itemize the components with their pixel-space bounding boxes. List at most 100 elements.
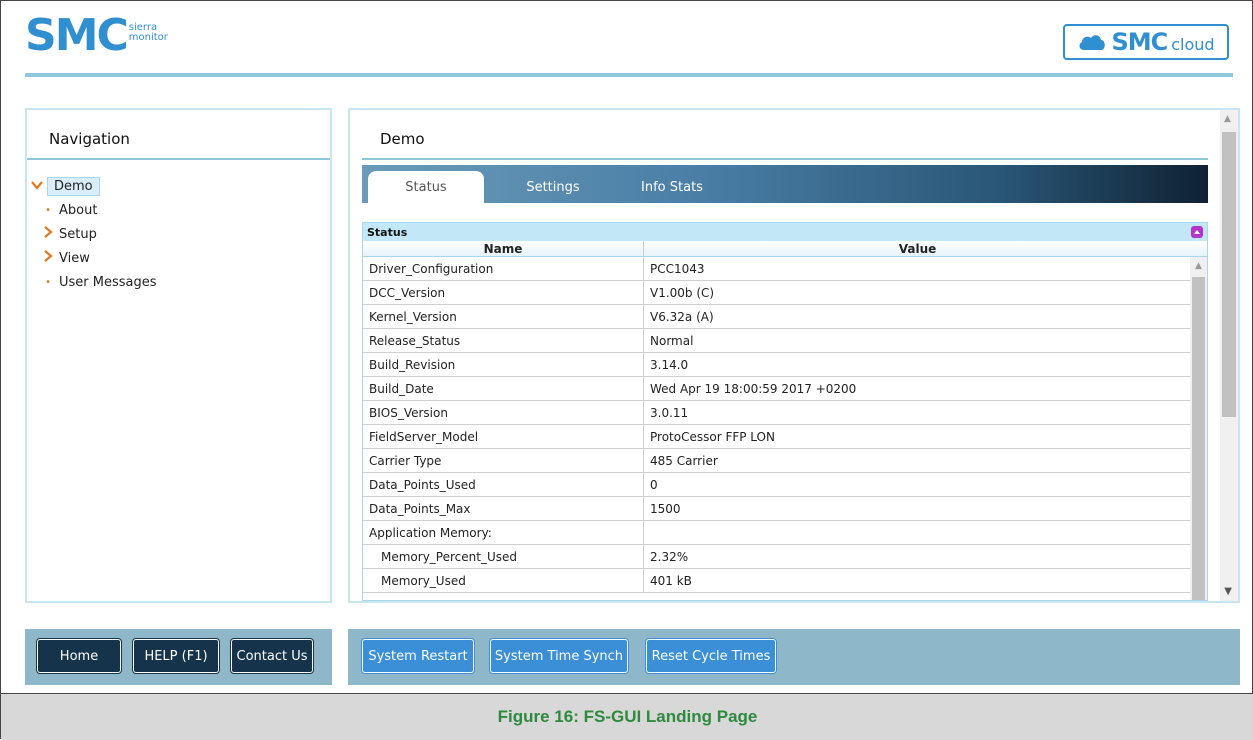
scroll-up-icon[interactable]: ▲ [1224, 114, 1231, 124]
cell-name: Carrier Type [363, 449, 644, 472]
table-row: Build_Revision 3.14.0 [363, 353, 1191, 377]
logo-sub-line2: monitor [128, 32, 168, 43]
tab-info-stats[interactable]: Info Stats [632, 171, 712, 203]
figure-caption: Figure 16: FS-GUI Landing Page [497, 707, 758, 726]
cell-name: Build_Revision [363, 353, 644, 376]
help-button[interactable]: HELP (F1) [133, 639, 219, 673]
table-row: Application Memory: [363, 521, 1191, 545]
logo-subtitle: sierra monitor [129, 23, 168, 43]
cell-name: DCC_Version [363, 281, 644, 304]
tab-status[interactable]: Status [368, 171, 484, 203]
navigation-panel: Navigation Demo • About Setup View • Use… [25, 108, 332, 603]
table-row: Data_Points_Max 1500 [363, 497, 1191, 521]
scroll-up-icon[interactable]: ▲ [1195, 261, 1202, 271]
chevron-right-icon[interactable] [43, 250, 59, 266]
status-section-title: Status [367, 225, 408, 239]
page-scrollbar[interactable]: ▲ ▼ [1220, 110, 1238, 601]
cell-value: 2.32% [650, 549, 689, 564]
cell-value: 0 [650, 477, 658, 492]
system-time-synch-button[interactable]: System Time Synch [490, 639, 628, 673]
smc-logo: SMC sierra monitor [25, 10, 168, 61]
table-row: Data_Points_Used 0 [363, 473, 1191, 497]
cell-value: Normal [650, 333, 694, 348]
cell-value: V1.00b (C) [650, 285, 715, 300]
cell-name: Driver_Configuration [363, 257, 644, 280]
cell-name: Kernel_Version [363, 305, 644, 328]
cell-name: Application Memory: [363, 521, 644, 544]
page-scrollbar-thumb[interactable] [1222, 132, 1236, 417]
reset-cycle-times-button[interactable]: Reset Cycle Times [646, 639, 776, 673]
chevron-down-icon[interactable] [31, 178, 47, 194]
nav-item-label[interactable]: View [59, 251, 90, 266]
table-row: FieldServer_Model ProtoCessor FFP LON [363, 425, 1191, 449]
cell-name: BIOS_Version [363, 401, 644, 424]
status-section: Status Name Value Driver_Configuration PC… [362, 222, 1208, 601]
navigation-tree: Demo • About Setup View • User Messages [31, 174, 157, 294]
cloud-icon [1079, 35, 1106, 50]
nav-item-user-messages[interactable]: • User Messages [31, 270, 157, 294]
window-frame: SMC sierra monitor SMC cloud Navigation … [0, 0, 1253, 740]
main-panel: Demo Status Settings Info Stats Status N… [348, 108, 1240, 603]
navigation-title: Navigation [49, 130, 130, 148]
cell-name: Build_Date [363, 377, 644, 400]
cell-value: 485 Carrier [650, 453, 718, 468]
cell-name: Data_Points_Used [363, 473, 644, 496]
table-row: Memory_Percent_Used 2.32% [363, 545, 1191, 569]
status-section-header: Status [363, 223, 1207, 241]
table-header: Name Value [363, 241, 1207, 257]
navigation-divider [27, 158, 330, 160]
scroll-down-icon[interactable]: ▼ [1224, 586, 1232, 597]
column-header-value: Value [898, 241, 937, 256]
cell-name: Memory_Used [363, 569, 644, 592]
tab-settings[interactable]: Settings [518, 171, 588, 203]
header-divider [25, 73, 1233, 77]
bullet-icon: • [45, 276, 51, 288]
cloud-button-word: SMC [1111, 28, 1168, 56]
main-divider [362, 158, 1208, 160]
table-row: Driver_Configuration PCC1043 [363, 257, 1191, 281]
contact-us-button[interactable]: Contact Us [231, 639, 313, 673]
tab-bar: Status Settings Info Stats [362, 165, 1208, 203]
logo-mark: SMC [25, 10, 129, 61]
nav-item-about[interactable]: • About [31, 198, 157, 222]
bullet-icon: • [45, 204, 51, 216]
table-row: Release_Status Normal [363, 329, 1191, 353]
nav-item-label[interactable]: Demo [47, 176, 100, 196]
cell-name: Memory_Percent_Used [363, 545, 644, 568]
cell-name: Release_Status [363, 329, 644, 352]
home-button[interactable]: Home [37, 639, 121, 673]
status-table-body: Driver_Configuration PCC1043 DCC_Version V… [363, 257, 1191, 593]
footer-left-bar: Home HELP (F1) Contact Us [25, 629, 332, 685]
cell-value [644, 521, 1191, 544]
nav-item-label[interactable]: Setup [59, 227, 97, 242]
cell-value: 1500 [650, 501, 681, 516]
table-row: DCC_Version V1.00b (C) [363, 281, 1191, 305]
table-row: Kernel_Version V6.32a (A) [363, 305, 1191, 329]
cell-value: V6.32a (A) [650, 309, 714, 324]
footer-right-bar: System Restart System Time Synch Reset C… [348, 629, 1240, 685]
figure-caption-bar: Figure 16: FS-GUI Landing Page [1, 693, 1253, 740]
cell-value: 401 kB [650, 573, 692, 588]
table-row: Build_Date Wed Apr 19 18:00:59 2017 +0200 [363, 377, 1191, 401]
nav-item-setup[interactable]: Setup [31, 222, 157, 246]
table-row: Memory_Used 401 kB [363, 569, 1191, 593]
cell-name: Data_Points_Max [363, 497, 644, 520]
cell-name: FieldServer_Model [363, 425, 644, 448]
smc-cloud-button[interactable]: SMC cloud [1063, 24, 1229, 60]
table-scrollbar-thumb[interactable] [1192, 277, 1205, 600]
header: SMC sierra monitor SMC cloud [25, 1, 1233, 81]
nav-item-demo[interactable]: Demo [31, 174, 157, 198]
cell-value: 3.0.11 [650, 405, 689, 420]
collapse-icon[interactable] [1191, 226, 1203, 238]
column-header-name: Name [363, 241, 644, 256]
nav-item-label[interactable]: User Messages [59, 275, 157, 290]
nav-item-label[interactable]: About [59, 203, 97, 218]
cell-value: Wed Apr 19 18:00:59 2017 +0200 [650, 381, 857, 396]
system-restart-button[interactable]: System Restart [362, 639, 474, 673]
nav-item-view[interactable]: View [31, 246, 157, 270]
table-scrollbar[interactable]: ▲ [1190, 257, 1207, 600]
page-title: Demo [380, 130, 425, 148]
table-row: BIOS_Version 3.0.11 [363, 401, 1191, 425]
cloud-button-suffix: cloud [1171, 34, 1215, 54]
chevron-right-icon[interactable] [43, 226, 59, 242]
